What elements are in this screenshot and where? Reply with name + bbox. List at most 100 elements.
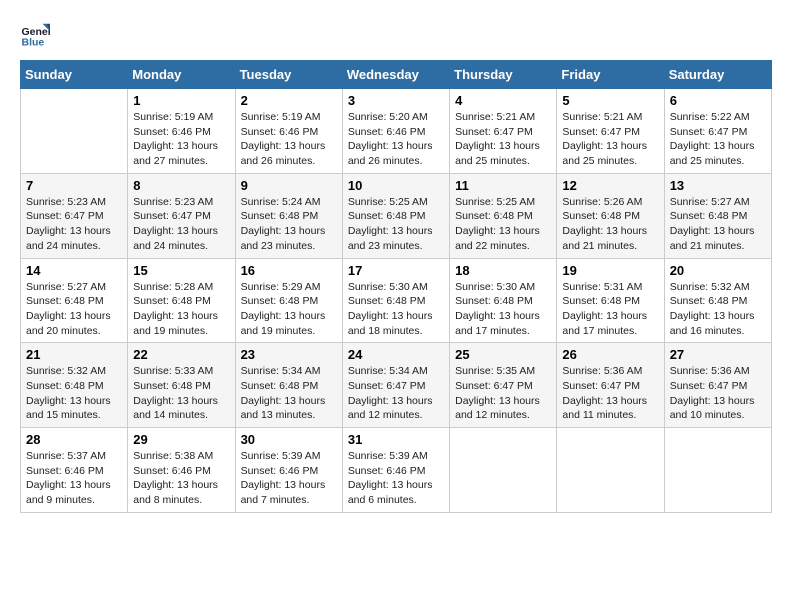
day-number: 11	[455, 178, 551, 193]
day-info: Sunrise: 5:37 AMSunset: 6:46 PMDaylight:…	[26, 449, 122, 508]
calendar-cell: 6 Sunrise: 5:22 AMSunset: 6:47 PMDaylight…	[664, 89, 771, 174]
day-info: Sunrise: 5:21 AMSunset: 6:47 PMDaylight:…	[455, 110, 551, 169]
logo: General Blue	[20, 20, 54, 50]
day-number: 16	[241, 263, 337, 278]
calendar-cell: 13Sunrise: 5:27 AMSunset: 6:48 PMDayligh…	[664, 173, 771, 258]
day-number: 24	[348, 347, 444, 362]
calendar-cell: 12 Sunrise: 5:26 AMSunset: 6:48 PMDayligh…	[557, 173, 664, 258]
calendar-cell: 16 Sunrise: 5:29 AMSunset: 6:48 PMDayligh…	[235, 258, 342, 343]
day-info: Sunrise: 5:39 AMSunset: 6:46 PMDaylight:…	[348, 449, 444, 508]
calendar-week-row: 7 Sunrise: 5:23 AMSunset: 6:47 PMDaylight…	[21, 173, 772, 258]
calendar-cell: 29Sunrise: 5:38 AMSunset: 6:46 PMDayligh…	[128, 428, 235, 513]
calendar-cell: 14 Sunrise: 5:27 AMSunset: 6:48 PMDayligh…	[21, 258, 128, 343]
logo-icon: General Blue	[20, 20, 50, 50]
calendar-cell: 24 Sunrise: 5:34 AMSunset: 6:47 PMDayligh…	[342, 343, 449, 428]
day-number: 13	[670, 178, 766, 193]
day-number: 17	[348, 263, 444, 278]
calendar-cell: 5 Sunrise: 5:21 AMSunset: 6:47 PMDaylight…	[557, 89, 664, 174]
day-info: Sunrise: 5:32 AMSunset: 6:48 PMDaylight:…	[26, 364, 122, 423]
day-info: Sunrise: 5:24 AMSunset: 6:48 PMDaylight:…	[241, 195, 337, 254]
day-number: 9	[241, 178, 337, 193]
day-number: 21	[26, 347, 122, 362]
day-number: 8	[133, 178, 229, 193]
calendar-cell: 23Sunrise: 5:34 AMSunset: 6:48 PMDayligh…	[235, 343, 342, 428]
day-number: 1	[133, 93, 229, 108]
calendar-cell: 22Sunrise: 5:33 AMSunset: 6:48 PMDayligh…	[128, 343, 235, 428]
calendar-cell: 17 Sunrise: 5:30 AMSunset: 6:48 PMDayligh…	[342, 258, 449, 343]
day-number: 4	[455, 93, 551, 108]
header-saturday: Saturday	[664, 61, 771, 89]
calendar-cell: 18Sunrise: 5:30 AMSunset: 6:48 PMDayligh…	[450, 258, 557, 343]
day-info: Sunrise: 5:34 AMSunset: 6:48 PMDaylight:…	[241, 364, 337, 423]
calendar-cell: 30 Sunrise: 5:39 AMSunset: 6:46 PMDayligh…	[235, 428, 342, 513]
day-number: 28	[26, 432, 122, 447]
day-info: Sunrise: 5:31 AMSunset: 6:48 PMDaylight:…	[562, 280, 658, 339]
calendar-cell: 21 Sunrise: 5:32 AMSunset: 6:48 PMDayligh…	[21, 343, 128, 428]
header-friday: Friday	[557, 61, 664, 89]
day-info: Sunrise: 5:25 AMSunset: 6:48 PMDaylight:…	[455, 195, 551, 254]
day-info: Sunrise: 5:39 AMSunset: 6:46 PMDaylight:…	[241, 449, 337, 508]
day-info: Sunrise: 5:26 AMSunset: 6:48 PMDaylight:…	[562, 195, 658, 254]
header-monday: Monday	[128, 61, 235, 89]
calendar-cell	[21, 89, 128, 174]
day-info: Sunrise: 5:23 AMSunset: 6:47 PMDaylight:…	[26, 195, 122, 254]
day-number: 5	[562, 93, 658, 108]
calendar-week-row: 1 Sunrise: 5:19 AMSunset: 6:46 PMDaylight…	[21, 89, 772, 174]
calendar-cell: 11 Sunrise: 5:25 AMSunset: 6:48 PMDayligh…	[450, 173, 557, 258]
day-number: 2	[241, 93, 337, 108]
day-number: 27	[670, 347, 766, 362]
day-number: 10	[348, 178, 444, 193]
calendar-table: SundayMondayTuesdayWednesdayThursdayFrid…	[20, 60, 772, 513]
calendar-cell	[557, 428, 664, 513]
day-number: 26	[562, 347, 658, 362]
day-number: 14	[26, 263, 122, 278]
day-info: Sunrise: 5:29 AMSunset: 6:48 PMDaylight:…	[241, 280, 337, 339]
day-info: Sunrise: 5:36 AMSunset: 6:47 PMDaylight:…	[562, 364, 658, 423]
calendar-cell: 2 Sunrise: 5:19 AMSunset: 6:46 PMDaylight…	[235, 89, 342, 174]
svg-text:Blue: Blue	[22, 37, 45, 49]
calendar-header-row: SundayMondayTuesdayWednesdayThursdayFrid…	[21, 61, 772, 89]
day-info: Sunrise: 5:21 AMSunset: 6:47 PMDaylight:…	[562, 110, 658, 169]
calendar-week-row: 14 Sunrise: 5:27 AMSunset: 6:48 PMDayligh…	[21, 258, 772, 343]
header-tuesday: Tuesday	[235, 61, 342, 89]
day-info: Sunrise: 5:20 AMSunset: 6:46 PMDaylight:…	[348, 110, 444, 169]
calendar-cell: 7 Sunrise: 5:23 AMSunset: 6:47 PMDaylight…	[21, 173, 128, 258]
day-info: Sunrise: 5:34 AMSunset: 6:47 PMDaylight:…	[348, 364, 444, 423]
calendar-cell: 10 Sunrise: 5:25 AMSunset: 6:48 PMDayligh…	[342, 173, 449, 258]
day-info: Sunrise: 5:30 AMSunset: 6:48 PMDaylight:…	[348, 280, 444, 339]
calendar-cell: 4 Sunrise: 5:21 AMSunset: 6:47 PMDaylight…	[450, 89, 557, 174]
day-number: 15	[133, 263, 229, 278]
calendar-cell: 9 Sunrise: 5:24 AMSunset: 6:48 PMDaylight…	[235, 173, 342, 258]
day-number: 7	[26, 178, 122, 193]
calendar-week-row: 21 Sunrise: 5:32 AMSunset: 6:48 PMDayligh…	[21, 343, 772, 428]
day-number: 22	[133, 347, 229, 362]
day-info: Sunrise: 5:25 AMSunset: 6:48 PMDaylight:…	[348, 195, 444, 254]
calendar-cell	[664, 428, 771, 513]
day-number: 25	[455, 347, 551, 362]
calendar-cell: 27 Sunrise: 5:36 AMSunset: 6:47 PMDayligh…	[664, 343, 771, 428]
calendar-week-row: 28 Sunrise: 5:37 AMSunset: 6:46 PMDayligh…	[21, 428, 772, 513]
day-info: Sunrise: 5:22 AMSunset: 6:47 PMDaylight:…	[670, 110, 766, 169]
calendar-cell: 28 Sunrise: 5:37 AMSunset: 6:46 PMDayligh…	[21, 428, 128, 513]
day-number: 18	[455, 263, 551, 278]
day-number: 19	[562, 263, 658, 278]
calendar-cell: 19 Sunrise: 5:31 AMSunset: 6:48 PMDayligh…	[557, 258, 664, 343]
day-number: 6	[670, 93, 766, 108]
header-thursday: Thursday	[450, 61, 557, 89]
day-number: 3	[348, 93, 444, 108]
day-info: Sunrise: 5:27 AMSunset: 6:48 PMDaylight:…	[26, 280, 122, 339]
day-number: 12	[562, 178, 658, 193]
header: General Blue	[20, 20, 772, 50]
day-number: 30	[241, 432, 337, 447]
day-info: Sunrise: 5:32 AMSunset: 6:48 PMDaylight:…	[670, 280, 766, 339]
header-sunday: Sunday	[21, 61, 128, 89]
calendar-cell: 15 Sunrise: 5:28 AMSunset: 6:48 PMDayligh…	[128, 258, 235, 343]
day-info: Sunrise: 5:19 AMSunset: 6:46 PMDaylight:…	[241, 110, 337, 169]
header-wednesday: Wednesday	[342, 61, 449, 89]
calendar-cell: 20Sunrise: 5:32 AMSunset: 6:48 PMDayligh…	[664, 258, 771, 343]
calendar-cell: 8 Sunrise: 5:23 AMSunset: 6:47 PMDaylight…	[128, 173, 235, 258]
day-info: Sunrise: 5:36 AMSunset: 6:47 PMDaylight:…	[670, 364, 766, 423]
day-info: Sunrise: 5:23 AMSunset: 6:47 PMDaylight:…	[133, 195, 229, 254]
day-number: 31	[348, 432, 444, 447]
day-info: Sunrise: 5:28 AMSunset: 6:48 PMDaylight:…	[133, 280, 229, 339]
